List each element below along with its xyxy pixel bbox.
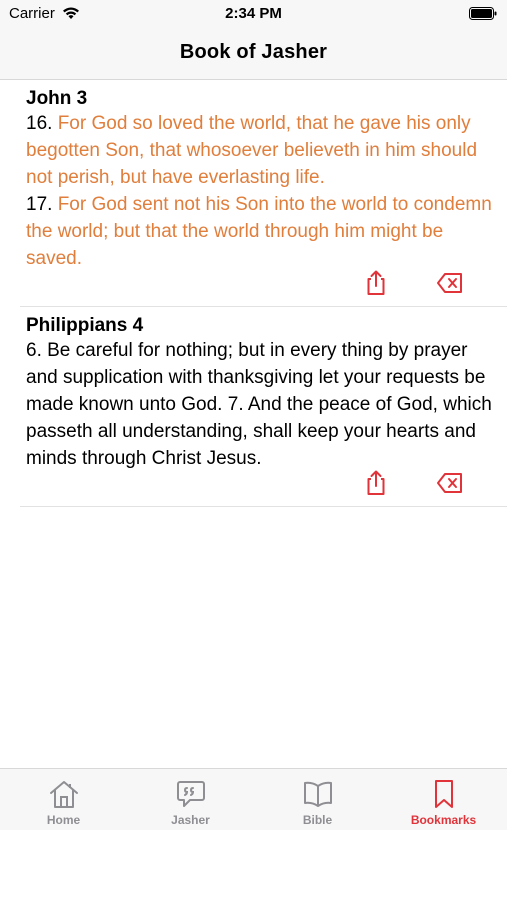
bookmark-reference: John 3: [26, 88, 88, 109]
battery-icon: [469, 7, 497, 25]
share-icon: [367, 470, 385, 495]
tab-bookmarks[interactable]: Bookmarks: [380, 769, 507, 830]
verse-text: For God so loved the world, that he gave…: [26, 113, 478, 188]
tab-label: Home: [46, 813, 81, 827]
bookmark-reference: Philippians 4: [26, 315, 144, 336]
status-bar: Carrier 2:34 PM: [0, 0, 507, 28]
delete-bookmark-button[interactable]: [436, 472, 464, 496]
verse-text: For God sent not his Son into the world …: [26, 194, 492, 269]
bookmark-list: John 3 16. For God so loved the world, t…: [0, 80, 507, 507]
tab-home[interactable]: Home: [0, 769, 127, 830]
quote-bubble-icon: [175, 779, 207, 814]
bookmark-text: 6. Be careful for nothing; but in every …: [26, 337, 497, 472]
status-time: 2:34 PM: [225, 5, 282, 22]
share-icon: [367, 270, 385, 295]
bookmark-text: 16. For God so loved the world, that he …: [26, 110, 497, 272]
tab-bar: Home Jasher Bible Bookmarks: [0, 768, 507, 830]
tab-label: Jasher: [171, 813, 210, 827]
tab-label: Bible: [302, 813, 333, 827]
house-icon: [48, 779, 80, 814]
bookmark-icon: [432, 779, 456, 814]
tab-label: Bookmarks: [410, 813, 477, 827]
share-button[interactable]: [364, 269, 388, 297]
tab-jasher[interactable]: Jasher: [127, 769, 254, 830]
delete-backward-icon: [437, 273, 462, 293]
verse-number: 7.: [222, 394, 244, 415]
delete-bookmark-button[interactable]: [436, 272, 464, 296]
verse-number: 6.: [26, 340, 42, 361]
book-icon: [302, 779, 334, 814]
verse-number: 16.: [26, 113, 53, 134]
bookmark-actions: [20, 469, 507, 506]
page-title: Book of Jasher: [179, 41, 328, 63]
delete-backward-icon: [437, 473, 462, 493]
navigation-bar: Book of Jasher: [0, 28, 507, 80]
bookmark-actions: [20, 269, 507, 306]
bookmark-cell[interactable]: Philippians 4 6. Be careful for nothing;…: [20, 307, 507, 507]
share-button[interactable]: [364, 469, 388, 497]
bookmark-cell[interactable]: John 3 16. For God so loved the world, t…: [20, 80, 507, 307]
verse-number: 17.: [26, 194, 53, 215]
tab-bible[interactable]: Bible: [254, 769, 381, 830]
